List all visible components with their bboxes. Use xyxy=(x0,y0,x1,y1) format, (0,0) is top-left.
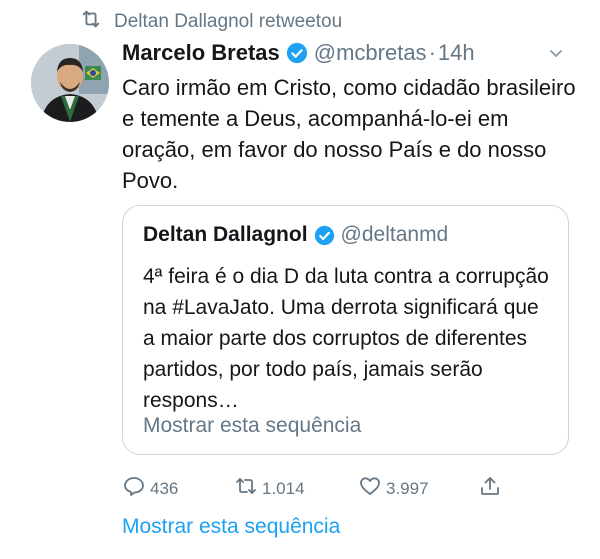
quoted-show-thread-link[interactable]: Mostrar esta sequência xyxy=(143,414,361,438)
quoted-tweet-text: 4ª feira é o dia D da luta contra a corr… xyxy=(143,265,549,412)
verified-badge-icon xyxy=(314,225,335,246)
avatar[interactable] xyxy=(31,44,109,122)
reply-button[interactable]: 436 xyxy=(122,474,178,503)
tweet-timestamp[interactable]: 14h xyxy=(438,40,475,66)
quoted-author-name: Deltan Dallagnol xyxy=(143,223,308,246)
verified-badge-icon xyxy=(286,42,308,64)
like-icon xyxy=(358,474,382,503)
quoted-tweet[interactable]: Deltan Dallagnol @deltanmd 4ª feira é o … xyxy=(122,205,569,455)
retweet-icon xyxy=(80,8,102,36)
quoted-author-handle: @deltanmd xyxy=(340,223,449,246)
author-name[interactable]: Marcelo Bretas xyxy=(122,40,280,66)
reply-count: 436 xyxy=(150,478,179,498)
separator-dot: · xyxy=(428,40,436,65)
tweet-text: Caro irmão em Cristo, como cidadão brasi… xyxy=(122,75,576,193)
tweet-actions: 436 1.014 3.997 xyxy=(122,474,502,502)
tweet-header: Marcelo Bretas @mcbretas · 14h xyxy=(122,40,580,66)
quoted-tweet-header: Deltan Dallagnol @deltanmd xyxy=(143,223,448,247)
retweet-icon xyxy=(234,474,258,503)
chevron-down-icon[interactable] xyxy=(546,43,566,63)
reply-icon xyxy=(122,474,146,503)
retweet-count: 1.014 xyxy=(262,478,305,498)
like-count: 3.997 xyxy=(386,478,429,498)
retweet-context[interactable]: Deltan Dallagnol retweetou xyxy=(80,8,342,36)
show-thread-link[interactable]: Mostrar esta sequência xyxy=(122,515,340,539)
share-button[interactable] xyxy=(478,474,502,503)
retweet-label: Deltan Dallagnol retweetou xyxy=(114,11,343,32)
retweet-button[interactable]: 1.014 xyxy=(234,474,305,503)
like-button[interactable]: 3.997 xyxy=(358,474,429,503)
author-handle[interactable]: @mcbretas xyxy=(314,40,427,66)
share-icon xyxy=(478,474,502,503)
